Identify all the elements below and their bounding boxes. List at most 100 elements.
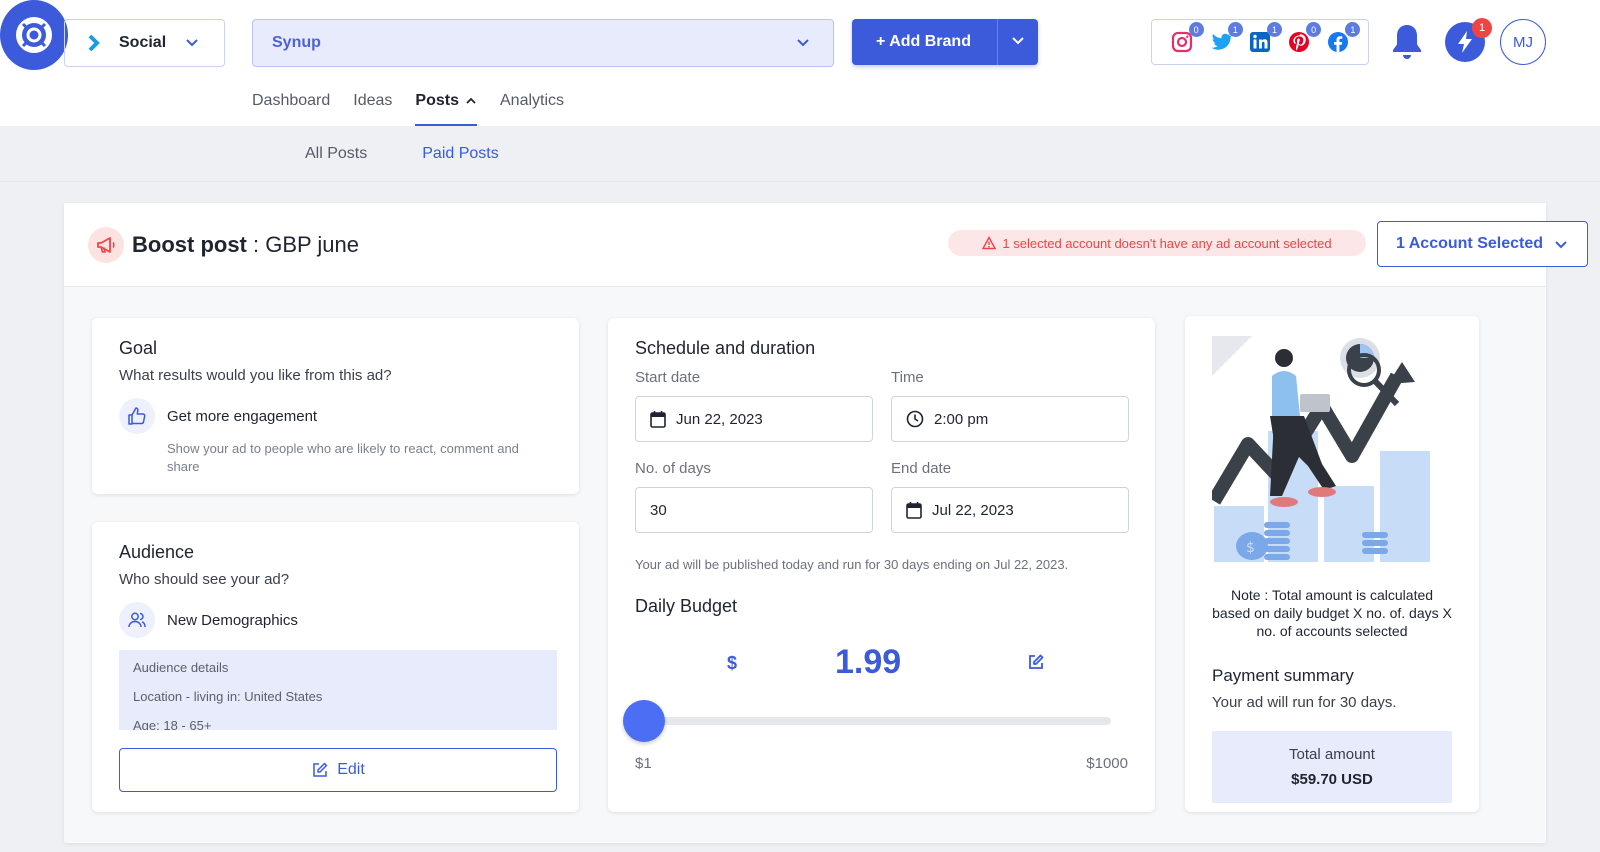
start-date-field[interactable]: Jun 22, 2023 xyxy=(635,396,873,442)
audience-age: Age: 18 - 65+ xyxy=(133,718,212,730)
payment-illustration: $ xyxy=(1207,336,1454,564)
budget-amount: 1.99 xyxy=(835,643,902,681)
audience-option[interactable]: New Demographics xyxy=(119,602,552,638)
edit-icon xyxy=(1029,654,1044,669)
start-date-value: Jun 22, 2023 xyxy=(676,410,763,428)
updates-button[interactable]: 1 xyxy=(1445,18,1492,62)
chevron-brand-icon xyxy=(88,34,100,52)
lifebuoy-icon xyxy=(16,17,52,53)
notifications-button[interactable] xyxy=(1390,22,1424,67)
audience-location: Location - living in: United States xyxy=(133,689,323,704)
twitter-account[interactable]: 1 xyxy=(1208,22,1243,55)
brand-select-label: Synup xyxy=(272,34,321,51)
payment-summary-subtitle: Your ad will run for 30 days. xyxy=(1212,694,1397,711)
schedule-title: Schedule and duration xyxy=(635,338,816,358)
edit-audience-label: Edit xyxy=(337,761,365,778)
days-label: No. of days xyxy=(635,460,711,477)
sub-nav-bar: All Posts Paid Posts xyxy=(0,126,1600,182)
brand-select[interactable]: Synup xyxy=(252,19,834,67)
avatar-initials: MJ xyxy=(1513,33,1533,51)
audience-title: Audience xyxy=(119,542,195,562)
total-amount-box: Total amount $59.70 USD xyxy=(1212,731,1452,803)
schedule-row-2: No. of days 30 End date Jul 22, 2023 xyxy=(635,460,1129,533)
days-group: No. of days 30 xyxy=(635,460,873,533)
payment-summary-title: Payment summary xyxy=(1212,666,1354,685)
days-field[interactable]: 30 xyxy=(635,487,873,533)
budget-min: $1 xyxy=(635,755,652,772)
end-date-field[interactable]: Jul 22, 2023 xyxy=(891,487,1129,533)
goal-option-label: Get more engagement xyxy=(167,407,318,425)
time-label: Time xyxy=(891,369,924,386)
audience-card: Audience Who should see your ad? New Dem… xyxy=(92,522,579,812)
instagram-account[interactable]: 0 xyxy=(1169,22,1204,55)
goal-option-description: Show your ad to people who are likely to… xyxy=(167,441,519,474)
add-brand-button[interactable]: + Add Brand xyxy=(852,19,1038,65)
edit-audience-button[interactable]: Edit xyxy=(119,748,557,792)
thumbs-up-badge xyxy=(119,398,155,434)
button-divider xyxy=(997,19,998,65)
audience-details: Audience details Location - living in: U… xyxy=(119,650,557,730)
social-accounts-bar: 0 1 1 0 1 xyxy=(1151,19,1369,65)
megaphone-badge xyxy=(88,227,124,263)
chevron-up-icon xyxy=(466,97,476,104)
users-icon xyxy=(128,612,146,628)
goal-question: What results would you like from this ad… xyxy=(119,367,392,384)
goal-title: Goal xyxy=(119,338,158,358)
page-title-bold: Boost post xyxy=(132,232,247,257)
start-date-label: Start date xyxy=(635,369,701,386)
days-value: 30 xyxy=(650,501,667,519)
nav-posts[interactable]: Posts xyxy=(415,92,477,127)
schedule-row-1: Start date Jun 22, 2023 Time 2:00 pm xyxy=(635,369,1129,442)
end-date-value: Jul 22, 2023 xyxy=(932,501,1014,519)
pinterest-account[interactable]: 0 xyxy=(1286,22,1322,55)
nav-posts-label: Posts xyxy=(415,92,459,109)
account-select[interactable]: 1 Account Selected xyxy=(1377,221,1588,267)
payment-note: Note : Total amount is calculated based … xyxy=(1212,587,1452,639)
instagram-count: 0 xyxy=(1188,22,1204,37)
page-title: Boost post : GBP june xyxy=(132,232,359,258)
tab-all-posts[interactable]: All Posts xyxy=(305,145,367,163)
currency-symbol: $ xyxy=(727,653,738,673)
nav-ideas[interactable]: Ideas xyxy=(353,92,392,110)
chevron-down-icon xyxy=(1555,241,1567,249)
goal-option[interactable]: Get more engagement xyxy=(119,398,552,434)
chevron-down-icon xyxy=(1012,37,1024,45)
facebook-account[interactable]: 1 xyxy=(1325,22,1361,55)
nav-analytics[interactable]: Analytics xyxy=(500,92,564,110)
schedule-note: Your ad will be published today and run … xyxy=(635,557,1069,572)
user-avatar[interactable]: MJ xyxy=(1500,19,1546,65)
linkedin-account[interactable]: 1 xyxy=(1247,22,1282,55)
thumbs-up-icon xyxy=(128,407,146,425)
chevron-down-icon xyxy=(797,39,809,47)
goal-card: Goal What results would you like from th… xyxy=(92,318,579,494)
account-select-label: 1 Account Selected xyxy=(1396,235,1544,252)
sub-nav: All Posts Paid Posts xyxy=(305,145,499,163)
add-brand-label: + Add Brand xyxy=(876,33,971,50)
product-select[interactable]: Social xyxy=(64,19,225,67)
calendar-icon xyxy=(906,502,922,519)
edit-budget-button[interactable] xyxy=(1027,653,1045,676)
budget-slider-handle[interactable] xyxy=(623,700,666,742)
total-amount-value: $59.70 USD xyxy=(1291,771,1373,788)
time-field[interactable]: 2:00 pm xyxy=(891,396,1129,442)
nav-dashboard[interactable]: Dashboard xyxy=(252,92,330,110)
megaphone-icon xyxy=(97,237,115,253)
page-title-rest: : GBP june xyxy=(246,232,359,257)
start-date-group: Start date Jun 22, 2023 xyxy=(635,369,873,442)
time-group: Time 2:00 pm xyxy=(891,369,1129,442)
budget-slider[interactable] xyxy=(623,700,1111,742)
budget-max: $1000 xyxy=(1086,755,1128,772)
tab-paid-posts[interactable]: Paid Posts xyxy=(422,145,498,163)
app-logo[interactable] xyxy=(0,0,68,70)
chevron-down-icon xyxy=(186,39,198,47)
audience-details-heading: Audience details xyxy=(133,660,229,675)
bell-icon xyxy=(1393,25,1421,59)
clock-icon xyxy=(906,410,924,428)
main-nav: Dashboard Ideas Posts Analytics xyxy=(252,92,564,127)
twitter-count: 1 xyxy=(1227,22,1243,37)
budget-display: $ 1.99 xyxy=(635,627,1128,707)
end-date-label: End date xyxy=(891,460,952,477)
daily-budget-title: Daily Budget xyxy=(635,596,738,616)
updates-count: 1 xyxy=(1472,18,1492,38)
audience-question: Who should see your ad? xyxy=(119,571,290,588)
